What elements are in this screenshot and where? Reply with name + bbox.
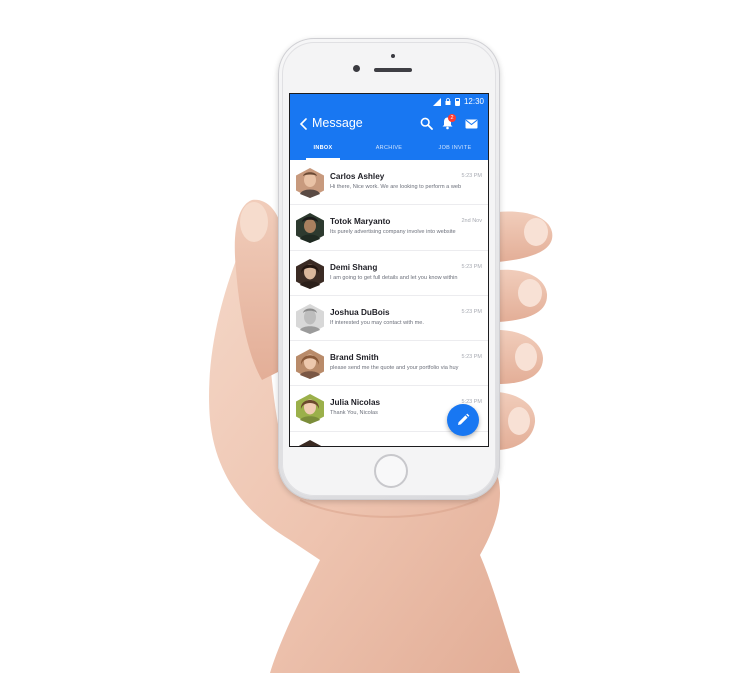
list-item[interactable]: Demi Shang 5:23 PM I am going to get ful… [290,251,488,296]
tab-archive[interactable]: ARCHIVE [356,142,422,160]
avatar [296,258,324,289]
message-time: 5:23 PM [461,173,482,179]
message-time: 2nd Nov [461,218,483,225]
message-time: 5:23 PM [461,308,482,315]
mail-icon[interactable] [465,119,478,129]
title-row: Message 2 [290,114,488,134]
notification-badge: 2 [448,114,456,122]
tab-inbox[interactable]: INBOX [290,142,356,160]
message-preview: Its purely advertising company involve i… [330,229,456,236]
avatar [296,349,324,380]
list-item[interactable]: Brand Smith 5:23 PM please send me the q… [290,341,488,387]
list-item[interactable]: Totok Maryanto 2nd Nov Its purely advert… [290,205,488,251]
avatar [296,213,324,244]
sender-name: Joshua DuBois [330,307,390,317]
compose-button[interactable] [447,404,479,436]
message-preview: If interested you may contact with me. [330,319,424,326]
avatar [296,303,324,334]
front-camera [353,65,360,72]
sender-name: Demi Shang [330,262,378,272]
message-preview: please send me the quote and your portfo… [330,365,459,372]
phone-screen: 12:30 Message 2 INBOX ARCHIVE JOB INVITE… [290,94,488,446]
tab-job-invite[interactable]: JOB INVITE [422,142,488,160]
earpiece-speaker [374,68,412,72]
sender-name: Julia Nicolas [330,398,381,408]
signal-icon [432,97,441,106]
message-preview: I am going to get full details and let y… [330,274,458,281]
sender-name: Totok Maryanto [330,217,391,227]
list-item[interactable]: Joshua DuBois 5:23 PM If interested you … [290,296,488,342]
battery-icon [454,97,460,106]
message-list: Carlos Ashley 5:23 PM Hi there, Nice wor… [290,160,488,446]
list-item[interactable]: Carlos Ashley 5:23 PM Hi there, Nice wor… [290,160,488,206]
search-icon[interactable] [420,117,433,130]
sender-name: Brand Smith [330,353,379,363]
status-bar: 12:30 [432,96,484,107]
chevron-left-icon[interactable] [298,117,310,131]
status-time: 12:30 [463,97,484,106]
avatar [296,168,324,198]
app-header: 12:30 Message 2 INBOX ARCHIVE JOB INVITE [290,94,488,160]
pencil-icon [458,413,470,425]
message-preview: Hi there, Nice work. We are looking to p… [330,184,462,190]
message-time: 5:23 PM [461,354,482,361]
proximity-sensor [391,54,395,58]
page-title: Message [312,116,363,130]
lock-icon [445,98,451,105]
message-time: 5:23 PM [461,263,482,270]
home-button[interactable] [374,454,408,488]
avatar [296,394,324,425]
tab-bar: INBOX ARCHIVE JOB INVITE [290,142,488,160]
avatar [298,439,322,446]
sender-name: Carlos Ashley [330,172,385,181]
